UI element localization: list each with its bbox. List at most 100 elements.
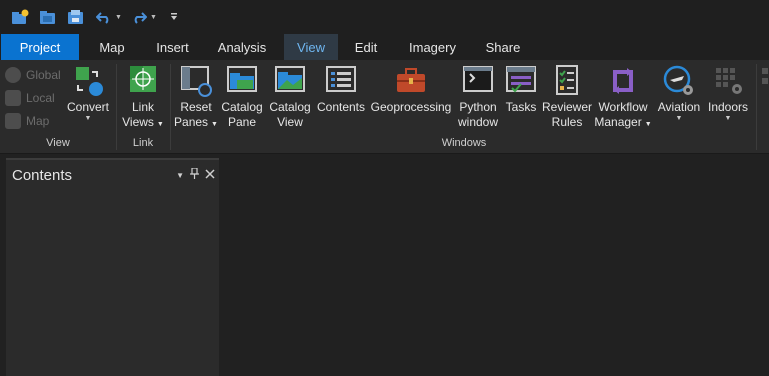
pin-icon[interactable] — [190, 167, 199, 182]
contents-pane-title: Contents — [12, 167, 73, 184]
workflow-line2: Manager — [594, 115, 642, 129]
python-window-icon — [461, 64, 495, 98]
indoors-dropdown-icon: ▼ — [724, 115, 732, 122]
python-line1: Python — [459, 100, 497, 114]
overflow-ribbon-icon — [760, 66, 769, 96]
python-line2: window — [457, 115, 499, 129]
catalog-view-line1: Catalog — [269, 100, 311, 114]
python-window-label: Python window — [458, 100, 498, 130]
redo-button[interactable] — [128, 6, 150, 28]
link-views-label: Link Views ▼ — [122, 100, 164, 132]
contents-pane: Contents ▼ — [6, 158, 219, 376]
link-views-line2: Views — [122, 115, 154, 129]
tasks-button[interactable]: Tasks — [503, 64, 539, 115]
tab-analysis[interactable]: Analysis — [208, 34, 276, 60]
tab-insert[interactable]: Insert — [145, 34, 200, 60]
main-workspace — [220, 155, 769, 376]
redo-icon — [134, 12, 147, 24]
indoors-label: Indoors — [707, 100, 749, 114]
tab-imagery[interactable]: Imagery — [400, 34, 465, 60]
open-project-button[interactable] — [37, 6, 59, 28]
link-views-line1: Link — [131, 100, 154, 114]
convert-icon — [71, 64, 105, 98]
reset-panes-icon — [179, 64, 213, 98]
geoprocessing-button[interactable]: Geoprocessing — [370, 64, 452, 115]
pane-controls: ▼ — [176, 167, 215, 182]
local-view-button[interactable]: Local — [5, 88, 55, 108]
map-view-button[interactable]: Map — [5, 111, 49, 131]
tab-view[interactable]: View — [284, 34, 338, 60]
group-divider — [170, 64, 171, 150]
aviation-label: Aviation — [657, 100, 701, 114]
open-folder-icon — [40, 11, 55, 24]
link-views-button[interactable]: Link Views ▼ — [121, 64, 165, 132]
python-window-button[interactable]: Python window — [456, 64, 500, 130]
catalog-view-button[interactable]: Catalog View — [268, 64, 312, 130]
contents-button[interactable]: Contents — [316, 64, 366, 115]
catalog-view-label: Catalog View — [269, 100, 310, 130]
catalog-view-line2: View — [277, 115, 303, 129]
global-view-button[interactable]: Global — [5, 65, 61, 85]
indoors-button[interactable]: Indoors ▼ — [705, 64, 751, 123]
local-scene-icon — [5, 90, 21, 106]
workflow-manager-label: Workflow Manager ▼ — [594, 100, 651, 132]
close-icon[interactable] — [205, 168, 215, 182]
contents-icon — [324, 64, 358, 98]
globe-icon — [5, 67, 21, 83]
link-group-label: Link — [132, 137, 154, 149]
convert-button[interactable]: Convert ▼ — [66, 64, 110, 123]
tasks-label: Tasks — [505, 100, 537, 114]
quick-access-toolbar: ▼ ▼ — [0, 0, 769, 34]
catalog-pane-line2: Pane — [227, 115, 257, 129]
group-divider — [756, 64, 757, 150]
new-project-button[interactable] — [9, 6, 31, 28]
workflow-manager-button[interactable]: Workflow Manager ▼ — [594, 64, 652, 132]
catalog-pane-button[interactable]: Catalog Pane — [221, 64, 263, 130]
catalog-view-icon — [273, 64, 307, 98]
reviewer-line1: Reviewer — [542, 100, 593, 114]
tab-map[interactable]: Map — [87, 34, 137, 60]
group-divider — [116, 64, 117, 150]
windows-group-label: Windows — [441, 137, 487, 149]
indoors-icon — [711, 64, 745, 98]
convert-dropdown-icon: ▼ — [84, 115, 92, 122]
customize-qat-button[interactable] — [163, 6, 185, 28]
link-views-dropdown-icon: ▼ — [156, 121, 164, 128]
customize-icon — [170, 13, 177, 20]
new-project-icon — [12, 9, 29, 24]
ribbon-tabs: Project Map Insert Analysis View Edit Im… — [0, 34, 769, 60]
tab-edit[interactable]: Edit — [344, 34, 388, 60]
global-label: Global — [26, 68, 61, 82]
redo-dropdown-icon[interactable]: ▼ — [150, 14, 157, 21]
convert-label: Convert — [66, 100, 110, 114]
workflow-line1: Workflow — [598, 100, 648, 114]
reviewer-rules-button[interactable]: Reviewer Rules — [542, 64, 592, 130]
save-project-button[interactable] — [65, 6, 87, 28]
reviewer-rules-icon — [550, 64, 584, 98]
reset-panes-label: Reset Panes ▼ — [174, 100, 218, 132]
reviewer-rules-label: Reviewer Rules — [542, 100, 592, 130]
reset-label-line1: Reset — [180, 100, 212, 114]
reviewer-line2: Rules — [551, 115, 583, 129]
geoprocessing-label: Geoprocessing — [370, 100, 452, 114]
aviation-button[interactable]: Aviation ▼ — [656, 64, 702, 123]
toolbox-icon — [394, 64, 428, 98]
pane-options-dropdown-icon[interactable]: ▼ — [176, 171, 184, 180]
reset-panes-dropdown-icon: ▼ — [211, 121, 218, 128]
undo-button[interactable] — [93, 6, 115, 28]
tasks-icon — [504, 64, 538, 98]
ribbon: Global Local Map Convert ▼ View Link Vie… — [0, 60, 769, 154]
undo-icon — [96, 12, 109, 24]
workflow-manager-icon — [606, 64, 640, 98]
tab-share[interactable]: Share — [477, 34, 529, 60]
aviation-dropdown-icon: ▼ — [675, 115, 683, 122]
map-icon — [5, 113, 21, 129]
catalog-pane-line1: Catalog — [221, 100, 263, 114]
view-group-label: View — [46, 137, 70, 149]
undo-dropdown-icon[interactable]: ▼ — [115, 14, 122, 21]
tab-project[interactable]: Project — [1, 34, 79, 60]
reset-panes-button[interactable]: Reset Panes ▼ — [174, 64, 218, 132]
catalog-pane-icon — [225, 64, 259, 98]
map-label: Map — [26, 114, 50, 128]
catalog-pane-label: Catalog Pane — [221, 100, 262, 130]
